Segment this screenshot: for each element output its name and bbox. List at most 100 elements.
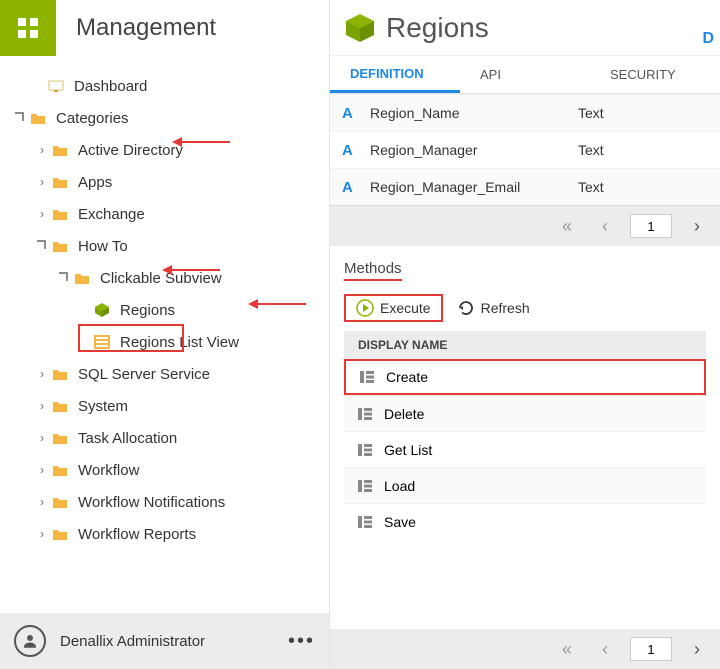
play-icon bbox=[356, 299, 374, 317]
folder-icon bbox=[50, 143, 70, 157]
pager-prev-icon[interactable]: ‹ bbox=[592, 639, 618, 660]
field-row[interactable]: A Region_Name Text bbox=[330, 94, 720, 131]
method-name: Get List bbox=[384, 442, 432, 458]
collapse-icon[interactable] bbox=[12, 110, 28, 127]
pager-page-input[interactable] bbox=[630, 214, 672, 238]
text-type-icon: A bbox=[342, 179, 364, 196]
sidebar: Management Dashboard Categories bbox=[0, 0, 330, 669]
tree-label: Regions bbox=[120, 302, 175, 319]
tabs: DEFINITION API SECURITY bbox=[330, 56, 720, 94]
method-icon bbox=[358, 480, 376, 492]
tree-label: Workflow Notifications bbox=[78, 494, 225, 511]
cube-icon bbox=[344, 12, 376, 44]
app-logo[interactable] bbox=[0, 0, 56, 56]
tree-label: Apps bbox=[78, 174, 112, 191]
listview-icon bbox=[92, 335, 112, 349]
tree-label: Clickable Subview bbox=[100, 270, 222, 287]
pager-page-input[interactable] bbox=[630, 637, 672, 661]
avatar-icon[interactable] bbox=[14, 625, 46, 657]
chevron-right-icon[interactable]: › bbox=[34, 207, 50, 221]
tree-item-regions[interactable]: Regions bbox=[4, 294, 329, 326]
field-row[interactable]: A Region_Manager Text bbox=[330, 131, 720, 168]
tab-api[interactable]: API bbox=[460, 56, 590, 93]
tree-item-dashboard[interactable]: Dashboard bbox=[4, 70, 329, 102]
pager-first-icon[interactable]: « bbox=[554, 216, 580, 237]
tree-label: Dashboard bbox=[74, 78, 147, 95]
method-icon bbox=[358, 516, 376, 528]
chevron-right-icon[interactable]: › bbox=[34, 527, 50, 541]
folder-icon bbox=[50, 431, 70, 445]
method-row[interactable]: Save bbox=[344, 503, 706, 539]
chevron-right-icon[interactable]: › bbox=[34, 463, 50, 477]
tree-label: Workflow Reports bbox=[78, 526, 196, 543]
tree-item-exchange[interactable]: › Exchange bbox=[4, 198, 329, 230]
tree-item-workflow-reports[interactable]: › Workflow Reports bbox=[4, 518, 329, 550]
method-icon bbox=[358, 444, 376, 456]
tree-item-system[interactable]: › System bbox=[4, 390, 329, 422]
method-row[interactable]: Get List bbox=[344, 431, 706, 467]
button-label: Execute bbox=[380, 300, 431, 316]
text-type-icon: A bbox=[342, 105, 364, 122]
tree-label: Workflow bbox=[78, 462, 139, 479]
chevron-right-icon[interactable]: › bbox=[34, 143, 50, 157]
tree-item-workflow-notifications[interactable]: › Workflow Notifications bbox=[4, 486, 329, 518]
tree-label: Active Directory bbox=[78, 142, 183, 159]
method-icon bbox=[360, 371, 378, 383]
tree-item-active-directory[interactable]: › Active Directory bbox=[4, 134, 329, 166]
chevron-right-icon[interactable]: › bbox=[34, 431, 50, 445]
pager-next-icon[interactable]: › bbox=[684, 216, 710, 237]
method-icon bbox=[358, 408, 376, 420]
method-row[interactable]: Delete bbox=[344, 395, 706, 431]
method-name: Create bbox=[386, 369, 428, 385]
methods-heading: Methods bbox=[344, 260, 402, 281]
tree-label: How To bbox=[78, 238, 128, 255]
folder-icon bbox=[50, 463, 70, 477]
tab-definition[interactable]: DEFINITION bbox=[330, 56, 460, 93]
tree-item-sql-server-service[interactable]: › SQL Server Service bbox=[4, 358, 329, 390]
chevron-right-icon[interactable]: › bbox=[34, 367, 50, 381]
tree-item-categories[interactable]: Categories bbox=[4, 102, 329, 134]
tree-item-regions-list-view[interactable]: Regions List View bbox=[4, 326, 329, 358]
method-row[interactable]: Load bbox=[344, 467, 706, 503]
folder-icon bbox=[72, 271, 92, 285]
tree-label: System bbox=[78, 398, 128, 415]
tab-security[interactable]: SECURITY bbox=[590, 56, 720, 93]
tree-item-apps[interactable]: › Apps bbox=[4, 166, 329, 198]
pager-first-icon[interactable]: « bbox=[554, 639, 580, 660]
tree-item-clickable-subview[interactable]: Clickable Subview bbox=[4, 262, 329, 294]
tree-item-workflow[interactable]: › Workflow bbox=[4, 454, 329, 486]
methods-pager: « ‹ › bbox=[330, 629, 720, 669]
folder-icon bbox=[50, 495, 70, 509]
folder-icon bbox=[28, 111, 48, 125]
chevron-right-icon[interactable]: › bbox=[34, 399, 50, 413]
collapse-icon[interactable] bbox=[56, 270, 72, 287]
field-type: Text bbox=[578, 142, 708, 158]
chevron-right-icon[interactable]: › bbox=[34, 495, 50, 509]
methods-toolbar: Execute Refresh bbox=[344, 291, 706, 325]
pager-prev-icon[interactable]: ‹ bbox=[592, 216, 618, 237]
button-label: Refresh bbox=[481, 300, 530, 316]
refresh-button[interactable]: Refresh bbox=[447, 294, 540, 322]
folder-icon bbox=[50, 399, 70, 413]
field-type: Text bbox=[578, 105, 708, 121]
field-row[interactable]: A Region_Manager_Email Text bbox=[330, 168, 720, 205]
more-icon[interactable]: ••• bbox=[288, 630, 315, 653]
tree-label: Task Allocation bbox=[78, 430, 177, 447]
tree-item-how-to[interactable]: How To bbox=[4, 230, 329, 262]
method-row[interactable]: Create bbox=[344, 359, 706, 395]
methods-list: Create Delete Get List Load Save bbox=[344, 359, 706, 539]
folder-icon bbox=[50, 207, 70, 221]
tree-label: Regions List View bbox=[120, 334, 239, 351]
method-name: Load bbox=[384, 478, 415, 494]
nav-tree: Dashboard Categories › Active Directory … bbox=[0, 56, 329, 613]
chevron-right-icon[interactable]: › bbox=[34, 175, 50, 189]
field-type: Text bbox=[578, 179, 708, 195]
top-right-link[interactable]: D bbox=[702, 30, 714, 48]
methods-section: Methods Execute Refresh DISPLAY NAME bbox=[330, 246, 720, 539]
field-name: Region_Name bbox=[370, 105, 578, 121]
pager-next-icon[interactable]: › bbox=[684, 639, 710, 660]
tree-item-task-allocation[interactable]: › Task Allocation bbox=[4, 422, 329, 454]
execute-button[interactable]: Execute bbox=[344, 294, 443, 322]
refresh-icon bbox=[457, 299, 475, 317]
collapse-icon[interactable] bbox=[34, 238, 50, 255]
